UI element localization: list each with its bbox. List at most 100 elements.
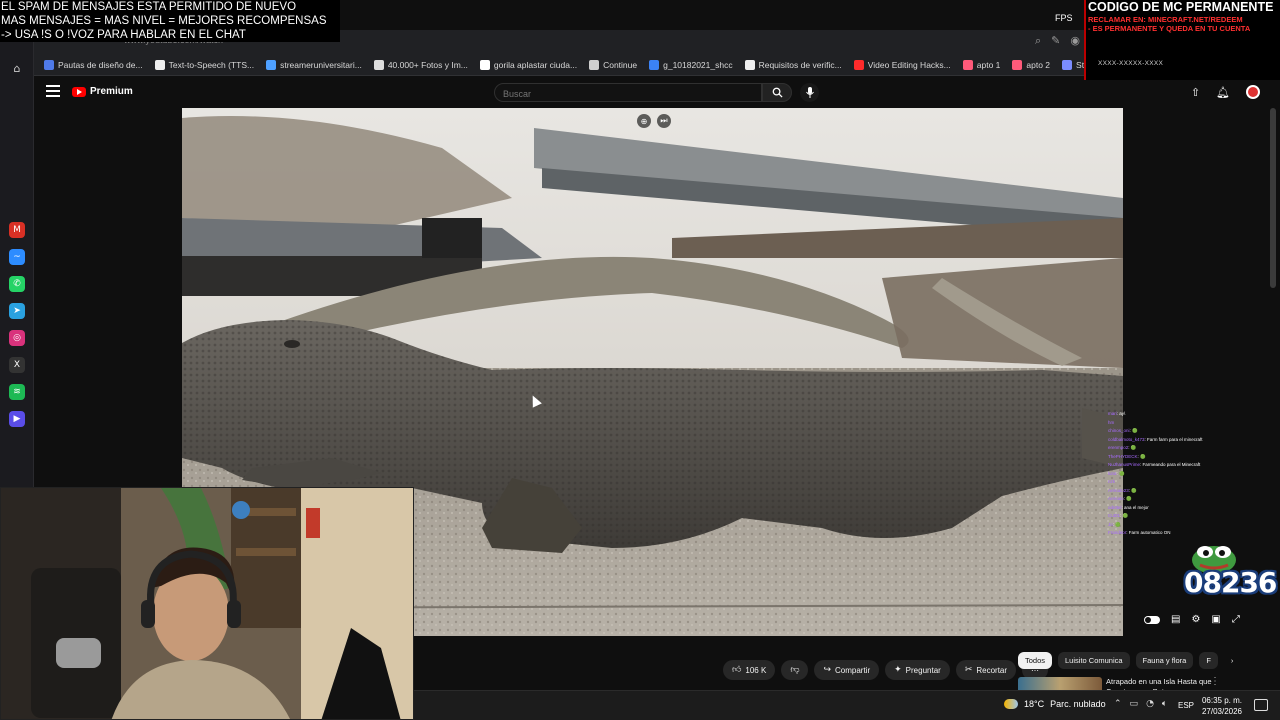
mc-banner-title: CODIGO DE MC PERMANENTE (1088, 0, 1274, 14)
bookmark-item[interactable]: Video Editing Hacks... (853, 59, 951, 70)
fps-label: FPS (1055, 13, 1073, 23)
folder-icon[interactable]: ▭ (1130, 699, 1139, 709)
home-icon[interactable]: ⌂ (9, 60, 25, 76)
page-scrollbar[interactable] (1270, 108, 1276, 288)
bookmark-item[interactable]: Requisitos de verific... (744, 59, 842, 70)
filter-chip[interactable]: Luisito Comunica (1058, 652, 1130, 669)
mic-icon (805, 87, 814, 98)
weather-widget[interactable]: 18°C Parc. nublado (1004, 699, 1106, 709)
edit-icon[interactable]: ✎ (1051, 34, 1060, 48)
autoplay-toggle[interactable] (1144, 615, 1160, 624)
chat-message: luna: 🟢 (1108, 470, 1268, 479)
spotify-icon[interactable]: ≋ (9, 384, 25, 400)
bookmark-item[interactable]: apto 2 (1012, 59, 1050, 70)
bookmark-item[interactable]: g_10182021_shcc (649, 59, 733, 70)
globe-icon (266, 59, 277, 70)
chevron-up-icon[interactable]: ⌃ (1114, 699, 1122, 709)
filter-chip[interactable]: Todos (1018, 652, 1053, 669)
zoom-icon[interactable]: ⌕ (1035, 34, 1041, 48)
bookmark-item[interactable]: Text-to-Speech (TTS... (154, 59, 255, 70)
telegram-icon[interactable]: ➤ (9, 303, 25, 319)
instagram-icon[interactable]: ◎ (9, 330, 25, 346)
filter-chip[interactable]: Fauna y flora (1135, 652, 1194, 669)
chat-message: Cut01: 🟢 (1108, 512, 1268, 521)
chat-text: : 🟢 (1128, 487, 1137, 493)
camera-icon[interactable]: ◉ (1070, 34, 1080, 48)
fullscreen-toggle-icon[interactable]: ⊕ (637, 114, 651, 128)
wifi-icon[interactable]: ◔ (1146, 699, 1154, 709)
dislike-button[interactable]: 👎︎ (781, 660, 809, 680)
filter-chip[interactable]: F (1199, 652, 1218, 669)
page-icon (589, 59, 600, 70)
bookmark-item[interactable]: Continue (589, 59, 637, 70)
video-actions: 👍︎ 106 K 👎︎ ↪ Compartir ✦ Preguntar ✂ Recort… (723, 660, 1049, 680)
ask-label: Preguntar (905, 665, 941, 675)
chat-username: Frandepr (1108, 530, 1127, 534)
bookmark-item[interactable]: gorila aplastar ciuda... (479, 59, 577, 70)
youtube-logo-text: Premium (90, 86, 133, 97)
player-controls: ▤ ⚙ ▣ ⤢ (1144, 614, 1240, 625)
voice-search-button[interactable] (800, 83, 819, 102)
clip-label: Recortar (976, 665, 1008, 675)
youtube-icon (853, 59, 864, 70)
subtitles-icon[interactable]: ▤ (1171, 614, 1180, 625)
x-icon[interactable]: X (9, 357, 25, 373)
announcement-line-1: EL SPAM DE MENSAJES ESTA PERMITIDO DE NU… (1, 1, 297, 13)
ask-button[interactable]: ✦ Preguntar (885, 660, 950, 680)
bookmark-label: Pautas de diseño de... (58, 59, 143, 70)
share-label: Compartir (835, 665, 871, 675)
google-icon (479, 59, 490, 70)
recommended-menu-icon[interactable]: ⋮ (1210, 676, 1220, 687)
chat-username: luna (1108, 470, 1117, 476)
chat-message: mari: ay\ (1108, 410, 1268, 419)
mc-sub-line-1: RECLAMAR EN: MINECRAFT.NET/REDEEM (1088, 15, 1243, 24)
bookmark-label: Text-to-Speech (TTS... (168, 59, 255, 70)
chat-message: Arenato: 🟢 (1108, 495, 1268, 504)
whatsapp-icon[interactable]: ✆ (9, 276, 25, 292)
screen: ⌂ M~✆➤◎X≋▶ www.youtube.com/watch ⌕ ✎ ◉ P… (0, 0, 1280, 720)
language-indicator[interactable]: ESP (1178, 701, 1194, 710)
bookmark-item[interactable]: Pautas de diseño de... (44, 59, 143, 70)
player-icon[interactable]: ▶ (9, 411, 25, 427)
skip-icon[interactable]: ⏭ (657, 114, 671, 128)
like-button[interactable]: 👍︎ 106 K (723, 660, 776, 680)
photo-icon (373, 59, 384, 70)
gmail-icon[interactable]: M (9, 222, 25, 238)
chevron-right-icon[interactable]: › (1224, 652, 1241, 669)
chat-text: : 🟢 (1112, 521, 1121, 527)
bookmark-item[interactable]: 40.000+ Fotos y Im... (373, 59, 468, 70)
notifications-center-icon[interactable] (1254, 699, 1268, 711)
chat-text: : 🟢 (1129, 428, 1138, 433)
sparkle-icon: ✦ (894, 665, 902, 675)
settings-icon[interactable]: ⚙ (1191, 614, 1200, 625)
chat-message: Jo: 🟢 (1108, 521, 1268, 530)
chat-username: ThePHYDECK (1108, 453, 1138, 459)
bookmark-item[interactable]: apto 1 (962, 59, 1000, 70)
streamer-webcam (0, 487, 414, 720)
upload-icon[interactable]: ⇧ (1191, 86, 1200, 99)
clip-button[interactable]: ✂ Recortar (955, 660, 1017, 680)
messenger-icon[interactable]: ~ (9, 249, 25, 265)
menu-icon[interactable] (46, 85, 60, 97)
stream-chat: mari: ay\ hm chinos_oni: 🟢 coldbalmoto_k473… (1108, 410, 1268, 534)
share-button[interactable]: ↪ Compartir (814, 660, 880, 680)
search-input[interactable] (495, 86, 761, 102)
youtube-play-icon (72, 86, 86, 97)
chat-message: NuJhanusPrime: Farmeando para el Minecra… (1108, 461, 1268, 470)
mc-sub-line-2: - ES PERMANENTE Y QUEDA EN TU CUENTA (1088, 24, 1251, 33)
search-button[interactable] (762, 83, 792, 102)
chat-text: : Farm automatico ON (1126, 530, 1171, 534)
miniplayer-icon[interactable]: ▣ (1211, 614, 1220, 625)
avatar[interactable] (1246, 85, 1260, 99)
notifications-icon[interactable]: 🔔︎ (1216, 86, 1230, 99)
chat-text: : 🟢 (1120, 513, 1129, 518)
taskbar-clock[interactable]: 06:35 p. m. 27/03/2026 (1200, 695, 1242, 717)
bookmark-label: g_10182021_shcc (663, 59, 733, 70)
fullscreen-icon[interactable]: ⤢ (1232, 614, 1240, 625)
volume-icon[interactable]: 🔈︎ (1162, 699, 1167, 709)
chat-text: : 🟢 (1123, 496, 1132, 501)
bookmark-label: 40.000+ Fotos y Im... (387, 59, 468, 70)
bookmark-label: streameruniversitari... (280, 59, 362, 70)
youtube-logo[interactable]: Premium (72, 86, 133, 97)
bookmark-item[interactable]: streameruniversitari... (266, 59, 362, 70)
